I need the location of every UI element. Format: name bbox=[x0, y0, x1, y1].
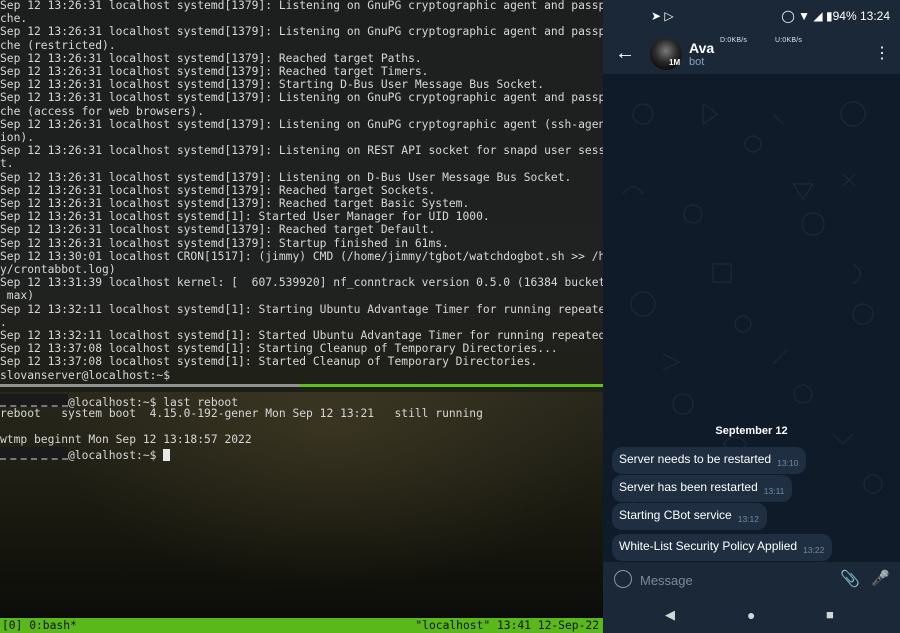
nav-home-icon[interactable]: ● bbox=[747, 607, 755, 623]
nav-recents-icon[interactable]: ■ bbox=[826, 607, 834, 622]
wifi-icon: ▼ bbox=[798, 9, 811, 23]
terminal-log-line: Sep 12 13:26:31 localhost systemd[1379]:… bbox=[0, 183, 436, 197]
terminal-log-line: che (restricted). bbox=[0, 38, 116, 52]
battery-icon: ▮ bbox=[825, 9, 833, 23]
message-bubble[interactable]: Server has been restarted 13:11 bbox=[612, 475, 793, 502]
terminal-log-line: y/crontabbot.log) bbox=[0, 263, 116, 276]
terminal-log-line: Sep 12 13:32:11 localhost systemd[1]: St… bbox=[0, 302, 603, 316]
message-bubble[interactable]: White-List Security Policy Applied 13:22 bbox=[612, 534, 833, 561]
battery-level: 94% bbox=[832, 9, 857, 23]
terminal-log-line: slovanserver@localhost:~$ bbox=[0, 368, 171, 382]
chat-header: ← Ava bot D:0KB/s U:0KB/s ⋮ bbox=[603, 34, 900, 74]
chat-subtitle: bot bbox=[689, 56, 705, 68]
clock: 13:24 bbox=[859, 9, 890, 23]
terminal-pane-top[interactable]: Sep 12 13:26:31 localhost systemd[1379]:… bbox=[0, 0, 603, 382]
terminal-log-line: Sep 12 13:26:31 localhost systemd[1379]:… bbox=[0, 144, 603, 158]
message-time: 13:12 bbox=[737, 514, 759, 524]
terminal-prompt-line: @localhost:~$ last reboot bbox=[0, 394, 238, 409]
message-text: Starting CBot service bbox=[619, 508, 732, 522]
redacted-username bbox=[0, 394, 68, 407]
chat-title[interactable]: Ava bbox=[689, 40, 714, 56]
terminal-pane-bottom[interactable]: @localhost:~$ last reboot reboot system … bbox=[0, 392, 603, 618]
terminal-output-line: wtmp beginnt Mon Sep 12 13:18:57 2022 bbox=[0, 433, 252, 446]
attach-icon[interactable]: 📎 bbox=[840, 569, 860, 589]
terminal-log-line: Sep 12 13:26:31 localhost systemd[1379]:… bbox=[0, 0, 603, 12]
tmux-host-clock: "localhost" 13:41 12-Sep-22 bbox=[415, 619, 599, 632]
terminal-log-line: che (access for web browsers). bbox=[0, 104, 205, 118]
terminal-log-line: Sep 12 13:37:08 localhost systemd[1]: St… bbox=[0, 355, 538, 369]
terminal-log-line: ion). bbox=[0, 131, 35, 144]
signal-icon: ◢ bbox=[813, 9, 823, 23]
message-text: Server needs to be restarted bbox=[619, 452, 772, 466]
tmux-window-list[interactable]: [0] 0:bash* bbox=[2, 618, 77, 633]
terminal-log-line: Sep 12 13:26:31 localhost systemd[1379]:… bbox=[0, 51, 422, 65]
terminal-log-line: Sep 12 13:26:31 localhost systemd[1379]:… bbox=[0, 78, 545, 92]
tmux-status-bar: [0] 0:bash* "localhost" 13:41 12-Sep-22 bbox=[0, 618, 603, 633]
terminal-log-line: che. bbox=[0, 12, 28, 26]
android-nav-bar: ◀ ● ■ bbox=[603, 598, 900, 633]
terminal-prompt-line[interactable]: @localhost:~$ bbox=[0, 447, 171, 462]
terminal-log-line: Sep 12 13:26:31 localhost systemd[1379]:… bbox=[0, 236, 449, 250]
net-speed-down: D:0KB/s bbox=[720, 37, 748, 44]
notification-icons: ➤ ▷ bbox=[651, 9, 674, 23]
alarm-icon: ◯ bbox=[781, 9, 795, 23]
terminal-log-line: . bbox=[0, 315, 7, 329]
redacted-username bbox=[0, 447, 68, 460]
terminal-log-line: Sep 12 13:26:31 localhost systemd[1379]:… bbox=[0, 117, 603, 131]
pane-divider bbox=[0, 384, 603, 387]
nav-back-icon[interactable]: ◀ bbox=[665, 607, 675, 623]
terminal-log-line: t. bbox=[0, 157, 14, 171]
message-time: 13:22 bbox=[803, 545, 825, 555]
terminal-log-line: Sep 12 13:26:31 localhost systemd[1379]:… bbox=[0, 25, 603, 39]
message-time: 13:10 bbox=[777, 458, 799, 468]
message-composer: Message 📎 🎤 bbox=[603, 562, 900, 598]
terminal-log-line: Sep 12 13:30:01 localhost CRON[1517]: (j… bbox=[0, 249, 603, 263]
avatar-badge: 1M bbox=[669, 58, 681, 67]
message-bubble[interactable]: Starting CBot service 13:12 bbox=[612, 503, 767, 530]
message-time: 13:11 bbox=[763, 486, 785, 496]
message-text: White-List Security Policy Applied bbox=[619, 539, 798, 553]
android-status-bar: ➤ ▷ ◯ ▼ ◢ ▮94% 13:24 bbox=[603, 0, 900, 34]
terminal-log-line: Sep 12 13:31:39 localhost kernel: [ 607.… bbox=[0, 276, 603, 290]
net-speed-up: U:0KB/s bbox=[775, 37, 803, 44]
terminal-window[interactable]: Sep 12 13:26:31 localhost systemd[1379]:… bbox=[0, 0, 603, 633]
terminal-log-line: Sep 12 13:26:31 localhost systemd[1379]:… bbox=[0, 91, 603, 105]
terminal-log-line: Sep 12 13:26:31 localhost systemd[1379]:… bbox=[0, 197, 470, 210]
back-arrow-icon[interactable]: ← bbox=[615, 42, 637, 64]
terminal-cursor bbox=[163, 449, 171, 461]
message-text: Server has been restarted bbox=[619, 480, 758, 494]
terminal-log-line: Sep 12 13:26:31 localhost systemd[1]: St… bbox=[0, 210, 490, 224]
message-bubble[interactable]: Server needs to be restarted 13:10 bbox=[612, 447, 807, 474]
terminal-log-line: max) bbox=[0, 289, 35, 303]
emoji-icon[interactable] bbox=[614, 570, 632, 588]
mic-icon[interactable]: 🎤 bbox=[871, 569, 890, 587]
status-right: ◯ ▼ ◢ ▮94% 13:24 bbox=[781, 9, 890, 23]
terminal-log-line: Sep 12 13:26:31 localhost systemd[1379]:… bbox=[0, 223, 436, 237]
terminal-log-line: Sep 12 13:26:31 localhost systemd[1379]:… bbox=[0, 65, 429, 78]
message-input[interactable]: Message bbox=[640, 573, 693, 588]
more-menu-icon[interactable]: ⋮ bbox=[874, 43, 890, 63]
terminal-output-line: reboot system boot 4.15.0-192-gener Mon … bbox=[0, 407, 483, 420]
terminal-log-line: Sep 12 13:32:11 localhost systemd[1]: St… bbox=[0, 329, 603, 342]
telegram-phone-screen: ➤ ▷ ◯ ▼ ◢ ▮94% 13:24 ← Ava bot D:0KB/s U… bbox=[603, 0, 900, 633]
terminal-log-line: Sep 12 13:37:08 localhost systemd[1]: St… bbox=[0, 342, 558, 356]
terminal-log-line: Sep 12 13:26:31 localhost systemd[1379]:… bbox=[0, 170, 572, 184]
date-separator: September 12 bbox=[715, 425, 788, 437]
